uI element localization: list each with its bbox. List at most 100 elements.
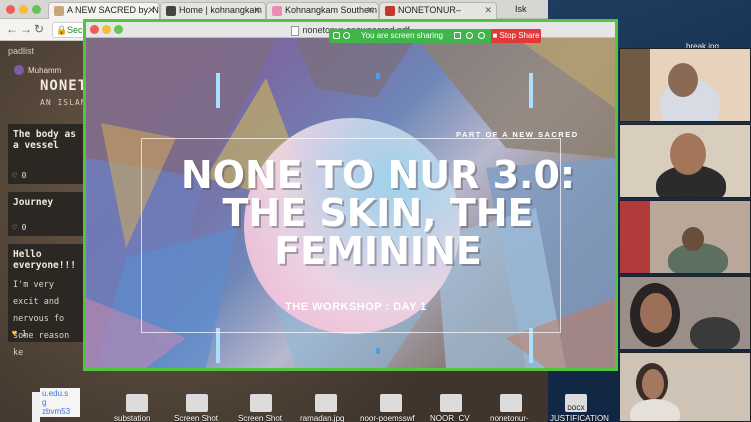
slide-title-line: FEMININE — [274, 229, 482, 273]
post-card[interactable]: Journey ♡ 0 — [8, 192, 88, 236]
close-tab-icon[interactable]: ✕ — [147, 3, 155, 18]
like-count[interactable]: ♡ 0 — [12, 223, 26, 232]
file-icon[interactable] — [126, 394, 148, 412]
avatar — [14, 65, 24, 75]
post-card[interactable]: Hello everyone!!! I'm very excit and ner… — [8, 244, 88, 358]
slide-canvas: PART OF A NEW SACRED NONE TO NUR 3.0: TH… — [86, 38, 615, 368]
tab-home-kohnangkam[interactable]: Home | kohnangkam ✕ — [160, 2, 266, 19]
file-label[interactable]: NOOR_CV — [430, 414, 470, 422]
tab-label: Home | kohnangkam — [179, 5, 262, 15]
close-tab-icon[interactable]: ✕ — [484, 3, 492, 18]
forward-arrow-icon[interactable]: → — [20, 22, 32, 36]
screenshot-file-icon[interactable] — [250, 394, 272, 412]
minimize-window-icon[interactable] — [19, 5, 28, 14]
file-label[interactable]: substation — [114, 414, 150, 422]
tab-label: NONETONUR– — [398, 5, 461, 15]
file-label[interactable]: nonetonur- — [490, 414, 529, 422]
post-body: I'm very excit and nervous fo some reaso… — [13, 280, 70, 358]
tab-label: A NEW SACRED by. Noor — [67, 5, 159, 15]
slide-subtitle: THE WORKSHOP : DAY 1 — [285, 301, 427, 313]
close-window-icon[interactable] — [6, 5, 15, 14]
heart-icon: ♡ — [12, 171, 17, 180]
participant-body — [630, 399, 680, 421]
participant-video-tile[interactable] — [619, 352, 751, 422]
like-number: 1 — [21, 329, 27, 338]
document-file-icon[interactable] — [440, 394, 462, 412]
pause-icon[interactable] — [466, 32, 473, 39]
participant-face — [640, 293, 672, 333]
swf-file-icon[interactable] — [380, 394, 402, 412]
participant-video-tile[interactable] — [619, 200, 751, 274]
slide-kicker: PART OF A NEW SACRED — [456, 130, 579, 139]
reload-icon[interactable]: ↻ — [34, 22, 44, 36]
site-favicon-icon — [166, 6, 176, 16]
stop-share-button[interactable]: ■ Stop Share — [491, 29, 541, 43]
slide-title-line: NONE TO NUR 3.0: — [180, 153, 576, 197]
participant-face — [670, 133, 706, 175]
participant-face — [642, 369, 664, 399]
close-window-icon[interactable] — [90, 25, 99, 34]
user-profile-label[interactable]: Isk — [515, 4, 527, 14]
participant-face — [668, 63, 698, 97]
slide-title-line: THE SKIN, THE — [222, 191, 534, 235]
finder-sidebar-fragment — [32, 392, 40, 422]
file-label[interactable]: JUSTIFICATION — [550, 414, 609, 422]
heart-icon: ♡ — [12, 223, 17, 232]
stop-square-icon: ■ — [492, 31, 498, 40]
tab-label: Kohnangkam Southern T — [285, 5, 379, 15]
tab-a-new-sacred[interactable]: A NEW SACRED by. Noor ✕ — [48, 2, 160, 19]
heart-icon: ♥ — [12, 329, 17, 338]
site-favicon-icon — [54, 6, 64, 16]
screenshot-file-icon[interactable] — [186, 394, 208, 412]
background-shelf — [620, 49, 650, 121]
post-title: Journey — [13, 197, 54, 208]
participant-video-tile[interactable] — [619, 276, 751, 350]
tab-kohnangkam-southern[interactable]: Kohnangkam Southern T ✕ — [266, 2, 379, 19]
close-tab-icon[interactable]: ✕ — [366, 3, 374, 18]
image-file-icon[interactable] — [315, 394, 337, 412]
tab-bar: A NEW SACRED by. Noor ✕ Home | kohnangka… — [0, 0, 548, 19]
file-label[interactable]: noor-poemsswf — [360, 414, 415, 422]
shield-icon[interactable] — [478, 32, 485, 39]
like-number: 0 — [21, 223, 27, 232]
file-label[interactable]: ramadan.jpg — [300, 414, 344, 422]
maximize-window-icon[interactable] — [32, 5, 41, 14]
docx-file-icon[interactable]: DOCX — [565, 394, 587, 412]
like-number: 0 — [21, 171, 27, 180]
back-arrow-icon[interactable]: ← — [6, 22, 18, 36]
participant-body — [690, 317, 740, 349]
lock-icon: 🔒 — [56, 25, 68, 35]
background-curtain — [620, 201, 650, 273]
participant-video-tile[interactable] — [619, 48, 751, 122]
pdf-file-icon[interactable] — [500, 394, 522, 412]
site-favicon-icon — [272, 6, 282, 16]
like-count[interactable]: ♥ 1 — [12, 329, 26, 338]
board-title: NONET — [40, 78, 88, 94]
stop-share-label: Stop Share — [499, 31, 540, 40]
screen-sharing-bar: You are screen sharing ■ Stop Share — [329, 29, 541, 43]
link-list: u.edu.s g zbvm53 — [40, 388, 80, 417]
sharing-status-text: You are screen sharing — [361, 31, 443, 40]
close-tab-icon[interactable]: ✕ — [253, 3, 261, 18]
file-label[interactable]: Screen Shot — [238, 414, 282, 422]
tab-nonetonur[interactable]: NONETONUR– ✕ — [379, 2, 497, 19]
slide-title: NONE TO NUR 3.0: THE SKIN, THE FEMININE — [178, 156, 578, 270]
link-item[interactable]: u.edu.s — [42, 389, 78, 398]
post-title: The body as a vessel — [13, 129, 76, 151]
microphone-icon[interactable] — [454, 32, 461, 39]
like-count[interactable]: ♡ 0 — [12, 171, 26, 180]
link-item[interactable]: zbvm53 — [42, 407, 78, 416]
grip-icon[interactable] — [333, 32, 340, 39]
minimize-window-icon[interactable] — [102, 25, 111, 34]
participant-face — [682, 227, 704, 251]
file-label[interactable]: Screen Shot — [174, 414, 218, 422]
board-label: padlist — [8, 46, 35, 56]
maximize-window-icon[interactable] — [114, 25, 123, 34]
post-card[interactable]: The body as a vessel ♡ 0 — [8, 124, 88, 184]
participant-video-tile[interactable] — [619, 124, 751, 198]
monitor-icon — [343, 32, 350, 39]
link-item[interactable]: g — [42, 398, 78, 407]
post-title: Hello everyone!!! — [13, 249, 76, 271]
docx-badge: DOCX — [567, 406, 585, 412]
pdf-favicon-icon — [385, 6, 395, 16]
